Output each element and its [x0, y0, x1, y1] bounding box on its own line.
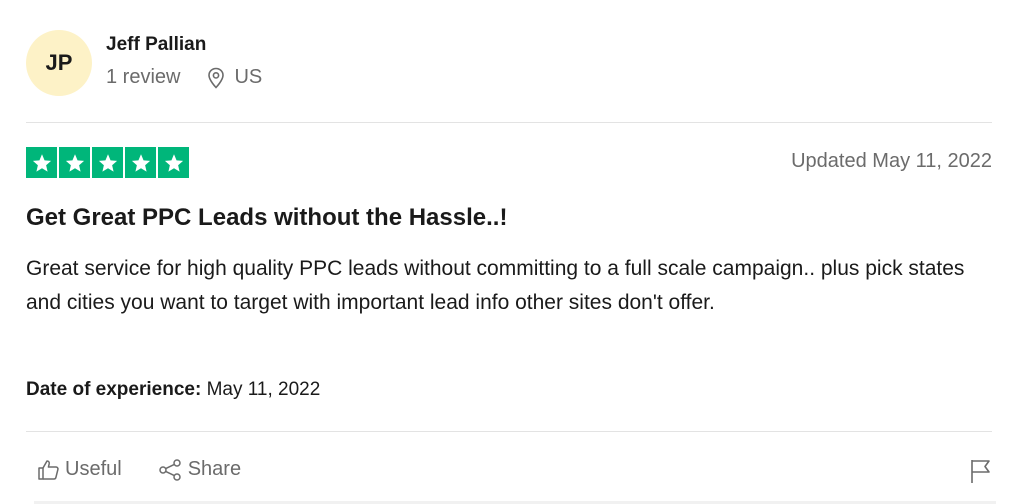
avatar[interactable]: JP: [26, 30, 92, 96]
header-divider: [26, 122, 992, 123]
star-icon: [158, 147, 189, 178]
date-of-experience-value: May 11, 2022: [206, 379, 321, 400]
share-button[interactable]: Share: [158, 458, 241, 481]
review-card: JP Jeff Pallian 1 review US Updated May …: [0, 0, 1024, 504]
useful-button[interactable]: Useful: [37, 458, 122, 481]
updated-date: Updated May 11, 2022: [791, 150, 992, 172]
share-label: Share: [187, 458, 242, 480]
star-icon: [26, 147, 57, 178]
date-of-experience: Date of experience: May 11, 2022: [26, 379, 320, 401]
review-count: 1 review: [106, 66, 181, 88]
reviewer-meta: 1 review US: [106, 66, 262, 89]
review-body: Great service for high quality PPC leads…: [26, 257, 965, 314]
thumbs-up-icon: [38, 459, 59, 480]
flag-icon: [971, 460, 990, 483]
star-rating: [26, 147, 189, 178]
review-actions: Useful Share: [37, 458, 241, 481]
star-icon: [125, 147, 156, 178]
avatar-initials: JP: [45, 50, 73, 75]
star-icon: [92, 147, 123, 178]
reviewer-location: US: [234, 66, 263, 88]
footer-divider: [26, 431, 992, 432]
date-of-experience-label: Date of experience:: [26, 379, 202, 400]
flag-button[interactable]: [970, 458, 992, 484]
useful-label: Useful: [65, 458, 122, 480]
share-icon: [158, 458, 181, 481]
star-icon: [59, 147, 90, 178]
review-title[interactable]: Get Great PPC Leads without the Hassle..…: [26, 204, 507, 232]
reviewer-name[interactable]: Jeff Pallian: [106, 34, 206, 56]
location-pin-icon: [206, 67, 226, 89]
